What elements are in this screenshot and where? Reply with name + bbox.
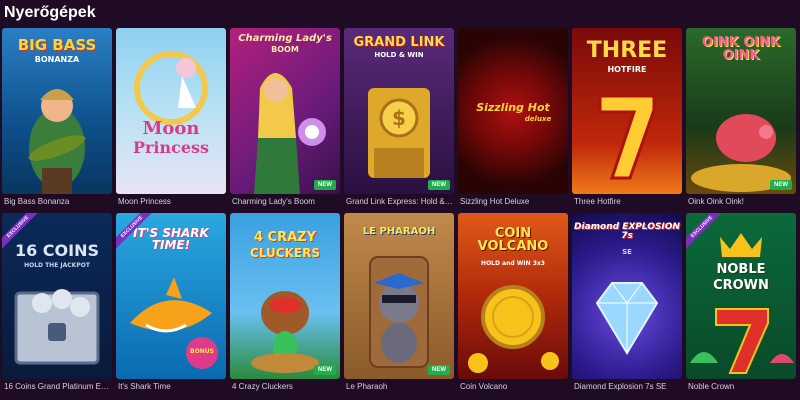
game-logo: GRAND LINK xyxy=(353,35,445,50)
game-tile-diamond-explosion-7s-se[interactable]: Diamond EXPLOSION 7s SE Diamond Explosio… xyxy=(572,213,682,391)
game-logo: THREE xyxy=(586,38,668,63)
game-logo: Moon xyxy=(142,118,200,139)
game-tile-moon-princess[interactable]: Moon Princess Moon Princess xyxy=(116,28,226,206)
game-caption[interactable]: It's Shark Time xyxy=(118,382,226,391)
game-logo: Charming Lady's xyxy=(238,33,332,44)
new-badge: NEW xyxy=(428,365,450,375)
game-caption[interactable]: Moon Princess xyxy=(118,197,226,206)
game-thumbnail[interactable]: Sizzling Hot deluxe xyxy=(458,28,568,194)
raccoon-illustration xyxy=(369,256,429,368)
game-thumbnail[interactable]: OINK OINK OINK NEW xyxy=(686,28,796,194)
game-logo-sub: HOLD THE JACKPOT xyxy=(24,262,90,269)
game-tile-charming-ladys-boom[interactable]: Charming Lady's BOOM NEW Charming Lady's… xyxy=(230,28,340,206)
game-tile-big-bass-bonanza[interactable]: BIG BASS BONANZA Big Bass Bonanza xyxy=(2,28,112,206)
game-thumbnail[interactable]: BIG BASS BONANZA xyxy=(2,28,112,194)
game-caption[interactable]: Noble Crown xyxy=(688,382,796,391)
game-thumbnail[interactable]: NOBLE CROWN EXCLUSIVE xyxy=(686,213,796,379)
game-tile-noble-crown[interactable]: NOBLE CROWN EXCLUSIVE Noble Crown xyxy=(686,213,796,391)
game-thumbnail[interactable]: 4 CRAZY CLUCKERS NEW xyxy=(230,213,340,379)
game-logo-sub: BONUS xyxy=(190,348,214,355)
game-caption[interactable]: Coin Volcano xyxy=(460,382,568,391)
game-logo: Sizzling Hot xyxy=(476,101,550,114)
game-logo-sub: HOTFIRE xyxy=(607,65,647,74)
game-thumbnail[interactable]: 16 COINS HOLD THE JACKPOT EXCLUSIVE xyxy=(2,213,112,379)
game-thumbnail[interactable]: LE PHARAOH NEW xyxy=(344,213,454,379)
new-badge: NEW xyxy=(314,365,336,375)
game-caption[interactable]: Oink Oink Oink! xyxy=(688,197,796,206)
game-logo: LE PHARAOH xyxy=(362,226,436,237)
game-thumbnail[interactable]: Charming Lady's BOOM NEW xyxy=(230,28,340,194)
game-logo-sub: CROWN xyxy=(713,278,769,293)
game-thumbnail[interactable]: IT'S SHARK TIME! BONUS EXCLUSIVE xyxy=(116,213,226,379)
game-logo: Diamond EXPLOSION 7s xyxy=(574,222,680,241)
game-logo: 16 COINS xyxy=(14,241,100,260)
game-thumbnail[interactable]: Moon Princess xyxy=(116,28,226,194)
game-thumbnail[interactable]: Diamond EXPLOSION 7s SE xyxy=(572,213,682,379)
game-thumbnail[interactable]: COIN VOLCANO HOLD and WIN 3x3 xyxy=(458,213,568,379)
new-badge: NEW xyxy=(314,180,336,190)
game-tile-grand-link-express[interactable]: $ GRAND LINK HOLD & WIN NEW Grand Link E… xyxy=(344,28,454,206)
game-thumbnail[interactable]: $ GRAND LINK HOLD & WIN NEW xyxy=(344,28,454,194)
game-logo-sub: CLUCKERS xyxy=(250,246,320,260)
game-tile-oink-oink-oink[interactable]: OINK OINK OINK NEW Oink Oink Oink! xyxy=(686,28,796,206)
game-logo: OINK OINK OINK xyxy=(701,35,781,63)
game-caption[interactable]: Charming Lady's Boom xyxy=(232,197,340,206)
game-tile-16-coins[interactable]: 16 COINS HOLD THE JACKPOT EXCLUSIVE 16 C… xyxy=(2,213,112,391)
game-caption[interactable]: Big Bass Bonanza xyxy=(4,197,112,206)
game-tile-sizzling-hot-deluxe[interactable]: Sizzling Hot deluxe Sizzling Hot Deluxe xyxy=(458,28,568,206)
game-logo: NOBLE xyxy=(716,262,766,277)
game-logo-sub: HOLD & WIN xyxy=(374,51,424,59)
game-logo: BIG BASS xyxy=(17,36,97,54)
new-badge: NEW xyxy=(428,180,450,190)
game-tile-three-hotfire[interactable]: THREE HOTFIRE Three Hotfire xyxy=(572,28,682,206)
game-caption[interactable]: Three Hotfire xyxy=(574,197,682,206)
game-logo-sub: HOLD and WIN 3x3 xyxy=(481,260,545,267)
moon-illustration xyxy=(134,51,208,125)
game-logo: COIN VOLCANO xyxy=(477,226,549,254)
game-tile-coin-volcano[interactable]: COIN VOLCANO HOLD and WIN 3x3 Coin Volca… xyxy=(458,213,568,391)
game-thumbnail[interactable]: THREE HOTFIRE xyxy=(572,28,682,194)
svg-text:$: $ xyxy=(392,106,406,130)
game-caption[interactable]: 4 Crazy Cluckers xyxy=(232,382,340,391)
game-logo-sub: deluxe xyxy=(524,115,552,123)
game-tile-4-crazy-cluckers[interactable]: 4 CRAZY CLUCKERS NEW 4 Crazy Cluckers xyxy=(230,213,340,391)
game-logo-sub: SE xyxy=(622,248,632,256)
game-caption[interactable]: Grand Link Express: Hold & Win xyxy=(346,197,454,206)
new-badge: NEW xyxy=(770,180,792,190)
game-caption[interactable]: Le Pharaoh xyxy=(346,382,454,391)
game-caption[interactable]: 16 Coins Grand Platinum Edition xyxy=(4,382,112,391)
game-tile-its-shark-time[interactable]: IT'S SHARK TIME! BONUS EXCLUSIVE It's Sh… xyxy=(116,213,226,391)
game-tile-le-pharaoh[interactable]: LE PHARAOH NEW Le Pharaoh xyxy=(344,213,454,391)
game-caption[interactable]: Diamond Explosion 7s SE xyxy=(574,382,682,391)
game-logo: 4 CRAZY xyxy=(253,230,317,245)
section-title: Nyerőgépek xyxy=(4,4,96,21)
crown-seven-illustration xyxy=(690,233,794,374)
game-logo-sub: BONANZA xyxy=(34,55,80,64)
game-logo-sub: BOOM xyxy=(271,45,299,54)
chest-illustration xyxy=(14,289,100,365)
game-caption[interactable]: Sizzling Hot Deluxe xyxy=(460,197,568,206)
game-logo-sub: Princess xyxy=(132,138,210,157)
